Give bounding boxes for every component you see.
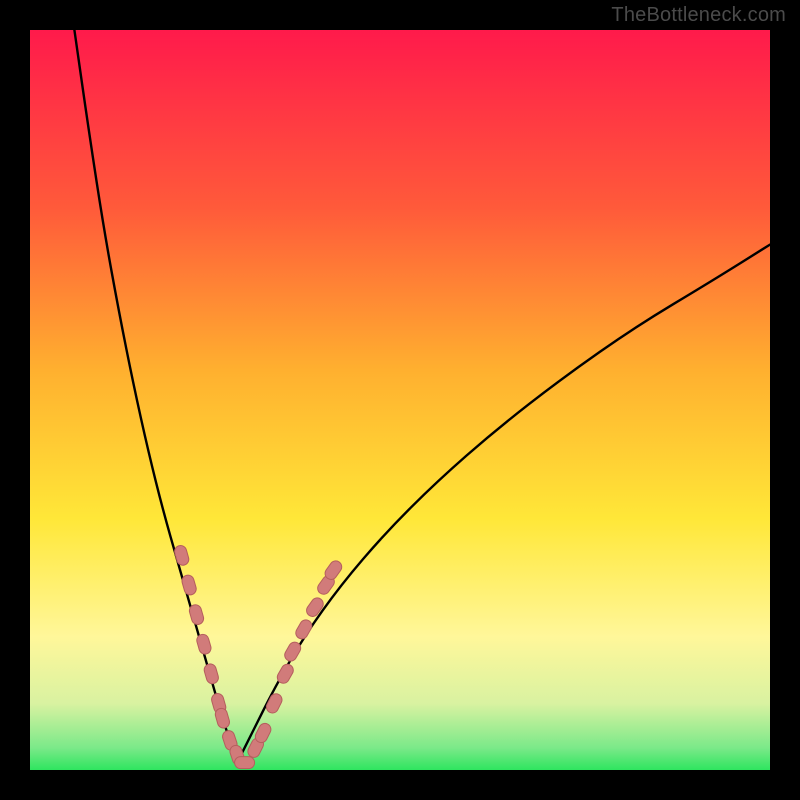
curve-layer (30, 30, 770, 770)
chart-frame: TheBottleneck.com (0, 0, 800, 800)
data-marker (173, 544, 190, 567)
data-marker (304, 596, 325, 619)
watermark-text: TheBottleneck.com (611, 4, 786, 27)
data-marker (203, 663, 220, 686)
data-marker (294, 618, 314, 641)
plot-area (30, 30, 770, 770)
data-marker (181, 574, 198, 597)
curve-left-branch (74, 30, 237, 763)
marker-group (173, 544, 344, 768)
data-marker (235, 757, 255, 769)
curve-right-branch (237, 245, 770, 763)
data-marker (264, 692, 284, 715)
data-marker (214, 707, 231, 730)
data-marker (195, 633, 212, 656)
data-marker (188, 603, 205, 626)
